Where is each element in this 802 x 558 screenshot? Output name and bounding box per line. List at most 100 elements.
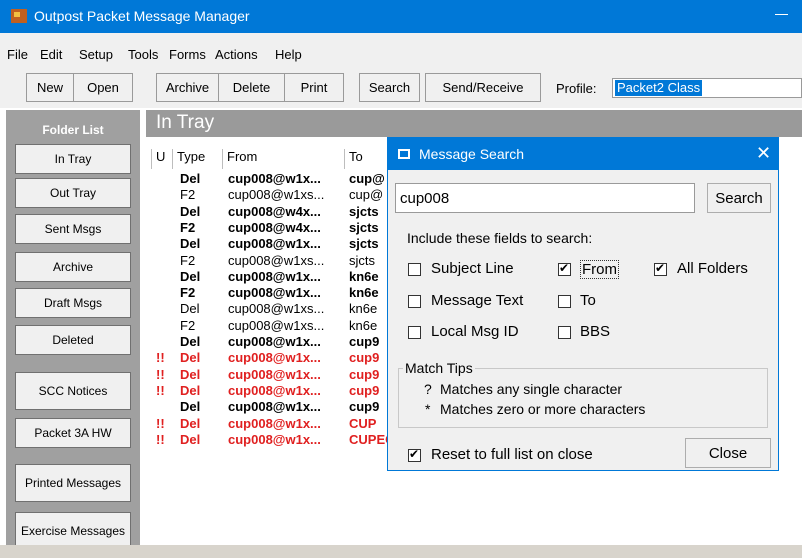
to-cell: cup9 xyxy=(349,366,380,382)
tip-text: Matches zero or more characters xyxy=(440,401,646,417)
match-tips-group: Match Tips ? Matches any single characte… xyxy=(398,360,768,428)
minimize-icon[interactable] xyxy=(775,14,788,15)
close-icon[interactable]: ✕ xyxy=(756,143,771,164)
menu-forms[interactable]: Forms xyxy=(169,47,206,62)
menu-actions[interactable]: Actions xyxy=(215,47,258,62)
search-input[interactable] xyxy=(395,183,695,213)
print-button[interactable]: Print xyxy=(284,73,344,102)
folder-draft-msgs[interactable]: Draft Msgs xyxy=(15,288,131,318)
subject-line-checkbox[interactable] xyxy=(408,263,421,276)
from-checkbox[interactable] xyxy=(558,261,571,276)
from-cell: cup008@w1x... xyxy=(228,350,321,366)
from-cell: cup008@w1x... xyxy=(228,382,321,398)
folder-list-panel: Folder List In Tray Out Tray Sent Msgs A… xyxy=(6,110,140,558)
tip-symbol: * xyxy=(425,401,431,417)
type-cell: F2 xyxy=(180,187,196,203)
type-cell: Del xyxy=(180,268,201,284)
close-button[interactable]: Close xyxy=(685,438,771,468)
column-header-u[interactable]: U xyxy=(151,149,172,169)
local-msg-id-checkbox[interactable] xyxy=(408,326,421,339)
type-cell: Del xyxy=(180,350,201,366)
from-cell: cup008@w1x... xyxy=(228,236,321,252)
column-header-to[interactable]: To xyxy=(344,149,389,169)
priority-cell: !! xyxy=(156,382,165,398)
to-cell: CUP xyxy=(349,415,377,431)
menu-edit[interactable]: Edit xyxy=(40,47,62,62)
dialog-search-button[interactable]: Search xyxy=(707,183,771,213)
menu-bar: File Edit Setup Tools Forms Actions Help xyxy=(0,33,802,70)
archive-button[interactable]: Archive xyxy=(156,73,218,102)
from-cell: cup008@w1x... xyxy=(228,399,321,415)
type-cell: Del xyxy=(180,301,200,317)
to-cell: cup@ xyxy=(349,187,384,203)
search-dialog-icon xyxy=(398,149,410,159)
priority-cell: !! xyxy=(156,350,165,366)
message-text-checkbox[interactable] xyxy=(408,295,421,308)
type-cell: Del xyxy=(180,399,201,415)
delete-button[interactable]: Delete xyxy=(218,73,284,102)
to-cell: kn6e xyxy=(349,285,379,301)
column-header-type[interactable]: Type xyxy=(172,149,222,169)
app-icon xyxy=(11,9,27,23)
from-cell: cup008@w4x... xyxy=(228,219,321,235)
to-cell: sjcts xyxy=(349,252,375,268)
open-button[interactable]: Open xyxy=(73,73,133,102)
from-cell: cup008@w1x... xyxy=(228,366,321,382)
window-title: Outpost Packet Message Manager xyxy=(34,8,250,24)
type-cell: F2 xyxy=(180,252,196,268)
type-cell: Del xyxy=(180,366,201,382)
to-checkbox[interactable] xyxy=(558,295,571,308)
send-receive-button[interactable]: Send/Receive xyxy=(425,73,541,102)
all-folders-checkbox[interactable] xyxy=(654,261,667,276)
priority-cell: !! xyxy=(156,415,165,431)
dialog-title-bar: Message Search ✕ xyxy=(388,138,778,170)
menu-tools[interactable]: Tools xyxy=(128,47,158,62)
folder-scc-notices[interactable]: SCC Notices xyxy=(15,372,131,410)
folder-title: In Tray xyxy=(156,112,215,133)
type-cell: Del xyxy=(180,171,201,186)
type-cell: Del xyxy=(180,415,201,431)
profile-label: Profile: xyxy=(556,81,597,96)
profile-value: Packet2 Class xyxy=(615,80,703,96)
to-cell: cup9 xyxy=(349,399,380,415)
to-cell: sjcts xyxy=(349,219,379,235)
folder-deleted[interactable]: Deleted xyxy=(15,325,131,355)
reset-list-checkbox[interactable] xyxy=(408,447,421,462)
folder-packet-3a-hw[interactable]: Packet 3A HW xyxy=(15,418,131,448)
type-cell: Del xyxy=(180,236,201,252)
menu-setup[interactable]: Setup xyxy=(79,47,113,62)
new-button[interactable]: New xyxy=(26,73,73,102)
local-msg-id-label: Local Msg ID xyxy=(431,323,519,340)
column-header-from[interactable]: From xyxy=(222,149,344,169)
priority-cell: !! xyxy=(156,431,165,447)
to-label: To xyxy=(580,292,596,309)
match-tips-legend: Match Tips xyxy=(403,360,475,376)
title-bar: Outpost Packet Message Manager xyxy=(0,0,802,33)
subject-line-label: Subject Line xyxy=(431,260,514,277)
folder-in-tray[interactable]: In Tray xyxy=(15,144,131,174)
to-cell: sjcts xyxy=(349,236,379,252)
menu-help[interactable]: Help xyxy=(275,47,302,62)
to-cell: kn6e xyxy=(349,301,378,317)
type-cell: Del xyxy=(180,203,201,219)
folder-archive[interactable]: Archive xyxy=(15,252,131,282)
to-cell: kn6e xyxy=(349,317,378,333)
search-button[interactable]: Search xyxy=(359,73,420,102)
tip-text: Matches any single character xyxy=(440,381,623,397)
from-cell: cup008@w1xs... xyxy=(228,317,325,333)
from-cell: cup008@w1x... xyxy=(228,268,321,284)
folder-list-header: Folder List xyxy=(42,123,104,137)
to-cell: kn6e xyxy=(349,268,379,284)
bbs-label: BBS xyxy=(580,323,611,340)
profile-select[interactable]: Packet2 Class xyxy=(612,78,802,98)
folder-out-tray[interactable]: Out Tray xyxy=(15,178,131,208)
type-cell: F2 xyxy=(180,219,196,235)
reset-list-label: Reset to full list on close xyxy=(431,446,593,463)
type-cell: Del xyxy=(180,382,201,398)
folder-sent-msgs[interactable]: Sent Msgs xyxy=(15,214,131,244)
type-cell: F2 xyxy=(180,317,196,333)
bbs-checkbox[interactable] xyxy=(558,326,571,339)
folder-printed-messages[interactable]: Printed Messages xyxy=(15,464,131,502)
menu-file[interactable]: File xyxy=(7,47,28,62)
tip-symbol: ? xyxy=(424,381,432,397)
